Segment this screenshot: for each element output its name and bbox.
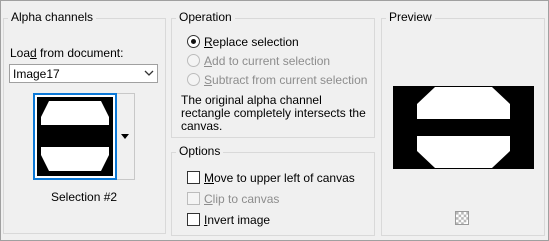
options-title: Options — [176, 144, 224, 158]
radio-replace-label: Replace selection — [204, 35, 299, 49]
selection-thumbnail-image — [37, 97, 113, 176]
radio-button[interactable] — [187, 54, 200, 67]
selection-thumbnail-dropdown[interactable] — [117, 93, 135, 180]
checkbox[interactable] — [187, 213, 200, 226]
checkbox[interactable] — [187, 192, 200, 205]
checkbox-invert-label: Invert image — [204, 213, 271, 227]
preview-canvas — [393, 86, 534, 169]
selection-name: Selection #2 — [51, 190, 118, 204]
triangle-down-icon — [121, 134, 129, 139]
checkbox[interactable] — [187, 171, 200, 184]
document-select[interactable]: Image17 — [9, 64, 158, 83]
document-select-value: Image17 — [13, 67, 60, 81]
radio-subtract-label: Subtract from current selection — [204, 73, 368, 87]
selection-thumbnail[interactable] — [33, 93, 117, 180]
checkbox-move-label: Move to upper left of canvas — [204, 171, 355, 185]
checkbox-clip-label: Clip to canvas — [204, 192, 280, 206]
preview-title: Preview — [386, 10, 435, 24]
radio-add-label: Add to current selection — [204, 54, 331, 68]
alpha-channels-title: Alpha channels — [8, 10, 97, 24]
preview-image — [417, 87, 510, 168]
chevron-down-icon — [144, 70, 154, 76]
radio-button[interactable] — [187, 35, 200, 48]
checkerboard-icon[interactable] — [455, 211, 469, 225]
load-from-document-label: Load from document: — [10, 46, 123, 60]
radio-button[interactable] — [187, 73, 200, 86]
load-from-label-a: Load from document: — [10, 46, 124, 60]
operation-description: The original alpha channel rectangle com… — [181, 93, 366, 133]
operation-title: Operation — [176, 10, 235, 24]
